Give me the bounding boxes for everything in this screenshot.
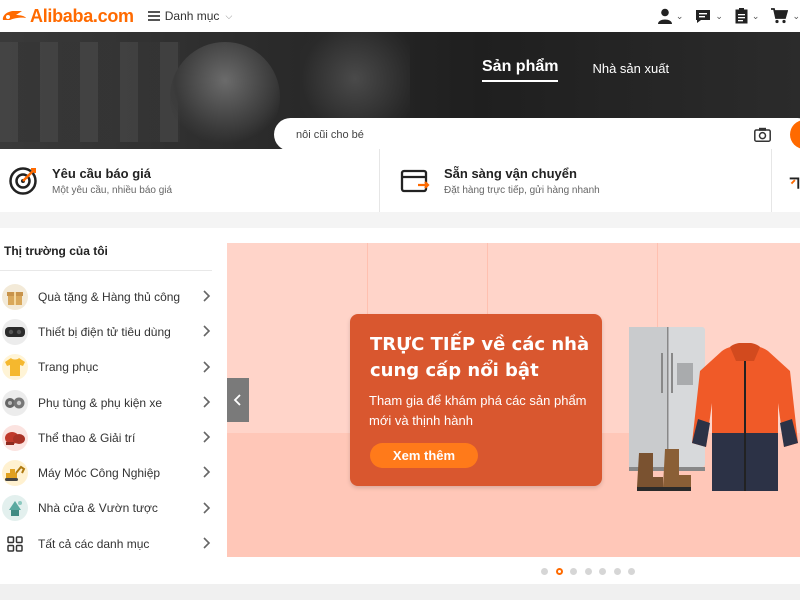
search-input[interactable] bbox=[296, 124, 736, 145]
hero-background-person bbox=[170, 42, 280, 149]
menu-icon bbox=[147, 11, 160, 21]
user-icon bbox=[657, 8, 672, 24]
boots-image bbox=[637, 449, 691, 491]
target-icon bbox=[9, 166, 37, 195]
hero-search-section: Sản phẩm Nhà sản xuất bbox=[0, 32, 800, 149]
promo-banner[interactable]: TRỰC TIẾP về các nhà cung cấp nổi bật Th… bbox=[227, 243, 800, 557]
sidebar-item-label: Thiết bị điện tử tiêu dùng bbox=[38, 324, 171, 339]
tab-manufacturers[interactable]: Nhà sản xuất bbox=[592, 61, 669, 82]
messages-menu[interactable]: ⌄ bbox=[695, 9, 723, 24]
promo-headline: TRỰC TIẾP về các nhà cung cấp nổi bật bbox=[370, 334, 590, 381]
top-navigation-bar: Alibaba.com Danh mục ⌵ ⌄ ⌄ ⌄ ⌄ bbox=[0, 0, 800, 32]
search-button[interactable] bbox=[790, 120, 800, 149]
logo-text: Alibaba.com bbox=[30, 5, 134, 26]
category-menu-label: Danh mục bbox=[164, 9, 220, 23]
sidebar-item-vehicle-parts[interactable]: Phụ tùng & phụ kiện xe bbox=[0, 385, 214, 420]
sidebar-item-all-categories[interactable]: Tất cả các danh mục bbox=[0, 526, 214, 561]
sidebar-item-label: Quà tặng & Hàng thủ công bbox=[38, 289, 181, 304]
feature-subtitle: Đặt hàng trực tiếp, gửi hàng nhanh bbox=[444, 184, 600, 196]
chevron-right-icon bbox=[203, 537, 211, 549]
carousel-dot[interactable] bbox=[599, 568, 606, 575]
sidebar-item-label: Phụ tùng & phụ kiện xe bbox=[38, 395, 163, 410]
feature-ready-to-ship[interactable]: Sẵn sàng vận chuyển Đặt hàng trực tiếp, … bbox=[380, 149, 772, 212]
feature-more[interactable] bbox=[772, 149, 800, 212]
divider bbox=[0, 270, 212, 271]
tshirt-icon bbox=[2, 354, 28, 381]
cart-icon bbox=[771, 8, 789, 24]
carousel-indicators bbox=[541, 568, 643, 575]
carousel-dot[interactable] bbox=[584, 568, 592, 575]
carousel-prev-button[interactable] bbox=[227, 378, 249, 422]
chevron-down-icon: ⌄ bbox=[675, 10, 684, 21]
account-menu[interactable]: ⌄ bbox=[657, 8, 684, 24]
category-menu[interactable]: Danh mục ⌵ bbox=[147, 9, 233, 23]
chevron-down-icon: ⌄ bbox=[792, 10, 800, 21]
cart-menu[interactable]: ⌄ bbox=[771, 8, 800, 24]
sidebar-item-label: Máy Móc Công Nghiệp bbox=[38, 466, 161, 481]
promo-card: TRỰC TIẾP về các nhà cung cấp nổi bật Th… bbox=[350, 314, 602, 486]
chevron-right-icon bbox=[203, 325, 211, 337]
carousel-dot[interactable] bbox=[628, 568, 635, 575]
carousel-dot[interactable] bbox=[613, 568, 621, 575]
chevron-right-icon bbox=[203, 466, 211, 479]
search-type-tabs: Sản phẩm Nhà sản xuất bbox=[482, 58, 669, 82]
sidebar-title: Thị trường của tôi bbox=[4, 244, 108, 258]
excavator-icon bbox=[2, 460, 28, 487]
sidebar-item-home-garden[interactable]: Nhà cửa & Vườn tược bbox=[0, 491, 214, 526]
vr-headset-icon bbox=[2, 318, 28, 345]
page-bottom-strip bbox=[0, 584, 800, 600]
shipping-box-icon bbox=[400, 169, 430, 192]
alibaba-logo[interactable]: Alibaba.com bbox=[0, 0, 134, 32]
feature-request-quotation[interactable]: Yêu cầu báo giá Một yêu cầu, nhiều báo g… bbox=[0, 149, 380, 212]
account-toolbar: ⌄ ⌄ ⌄ ⌄ bbox=[646, 0, 800, 32]
feature-subtitle: Một yêu cầu, nhiều báo giá bbox=[52, 184, 173, 196]
chevron-right-icon bbox=[203, 290, 211, 302]
message-icon bbox=[696, 9, 711, 23]
hero-background-shelves bbox=[0, 42, 180, 142]
category-list: Quà tặng & Hàng thủ công Thiết bị điện t… bbox=[0, 279, 214, 561]
orders-icon bbox=[735, 8, 748, 24]
grid-icon bbox=[2, 531, 28, 557]
gift-crafts-icon bbox=[2, 283, 28, 310]
carousel-dot-active[interactable] bbox=[555, 568, 563, 575]
alibaba-logo-icon bbox=[2, 11, 26, 20]
image-search-button[interactable] bbox=[754, 127, 771, 147]
chevron-right-icon bbox=[203, 361, 211, 373]
feature-strip: Yêu cầu báo giá Một yêu cầu, nhiều báo g… bbox=[0, 149, 800, 212]
chevron-down-icon: ⌵ bbox=[225, 10, 233, 21]
feature-title: Yêu cầu báo giá bbox=[52, 165, 151, 181]
sidebar-item-label: Thể thao & Giải trí bbox=[38, 430, 136, 445]
orders-menu[interactable]: ⌄ bbox=[735, 8, 760, 24]
car-parts-icon bbox=[2, 389, 28, 416]
category-sidebar: Thị trường của tôi Quà tặng & Hàng thủ c… bbox=[0, 228, 214, 584]
sidebar-item-apparel[interactable]: Trang phục bbox=[0, 350, 214, 385]
trade-assurance-icon bbox=[789, 176, 800, 189]
chevron-left-icon bbox=[233, 394, 241, 406]
sidebar-item-sports-entertainment[interactable]: Thể thao & Giải trí bbox=[0, 420, 214, 455]
see-more-button[interactable]: Xem thêm bbox=[370, 443, 478, 468]
sidebar-item-industrial-machinery[interactable]: Máy Móc Công Nghiệp bbox=[0, 455, 214, 490]
sidebar-item-label: Nhà cửa & Vườn tược bbox=[38, 501, 158, 516]
chevron-down-icon: ⌄ bbox=[751, 10, 760, 21]
sidebar-item-label: Trang phục bbox=[38, 360, 99, 375]
main-content: Thị trường của tôi Quà tặng & Hàng thủ c… bbox=[0, 228, 800, 584]
garden-icon bbox=[2, 495, 28, 522]
carousel-dot[interactable] bbox=[541, 568, 548, 575]
sidebar-item-label: Tất cả các danh mục bbox=[38, 536, 150, 551]
chevron-right-icon bbox=[203, 431, 211, 443]
jacket-image bbox=[692, 343, 798, 491]
chevron-right-icon bbox=[203, 396, 211, 408]
sidebar-item-gifts-crafts[interactable]: Quà tặng & Hàng thủ công bbox=[0, 279, 214, 314]
search-bar bbox=[274, 118, 800, 149]
chevron-right-icon bbox=[203, 502, 211, 514]
boxing-glove-icon bbox=[2, 424, 28, 451]
feature-title: Sẵn sàng vận chuyển bbox=[444, 165, 577, 181]
sidebar-item-consumer-electronics[interactable]: Thiết bị điện tử tiêu dùng bbox=[0, 314, 214, 349]
chevron-down-icon: ⌄ bbox=[715, 10, 723, 21]
carousel-dot[interactable] bbox=[570, 568, 577, 575]
tab-products[interactable]: Sản phẩm bbox=[482, 58, 559, 82]
camera-icon bbox=[754, 127, 771, 142]
promo-body: Tham gia để khám phá các sản phẩm mới và… bbox=[369, 393, 587, 428]
